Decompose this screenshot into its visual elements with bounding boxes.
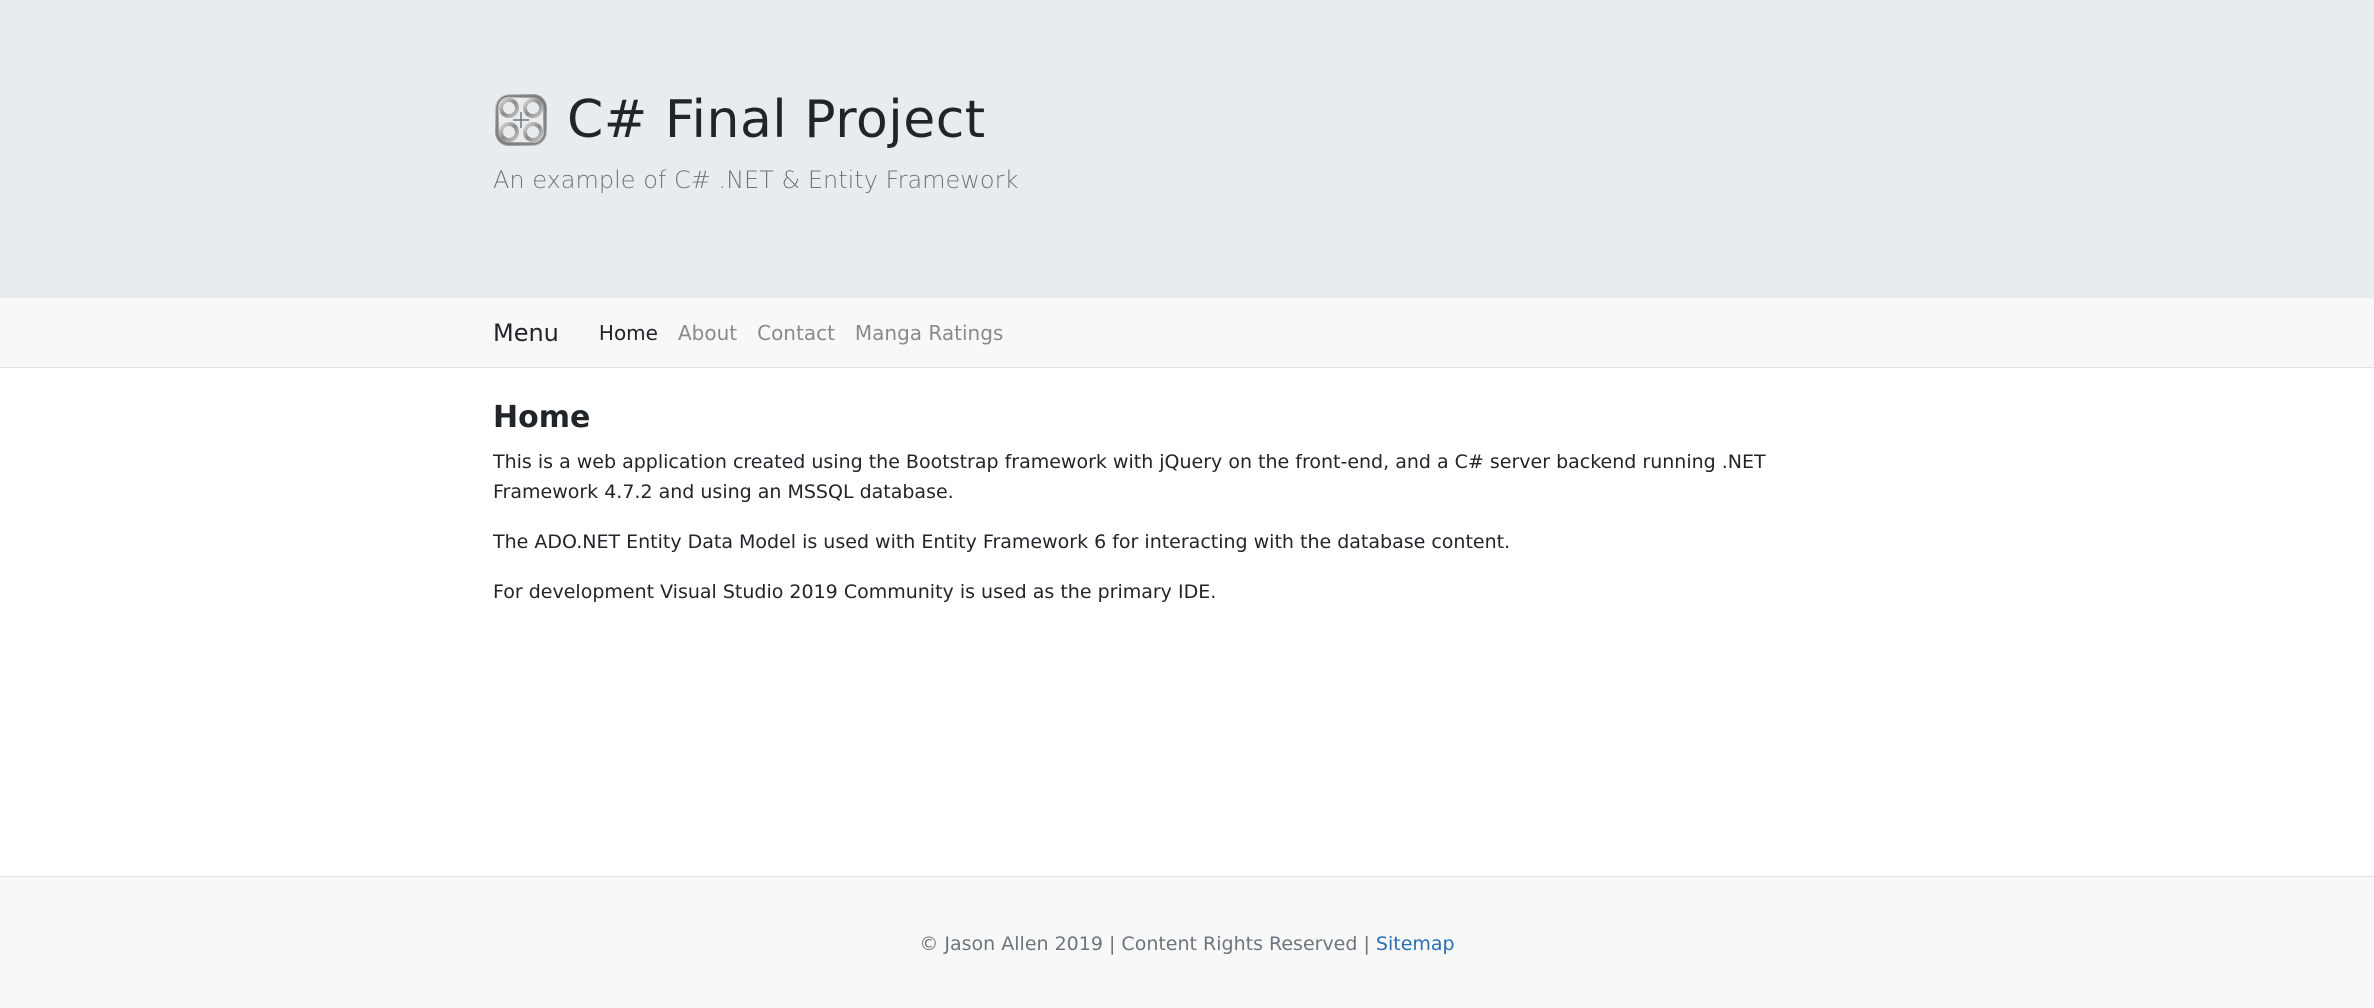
entity-paragraph: The ADO.NET Entity Data Model is used wi… xyxy=(493,531,1511,553)
nav-link-manga-ratings[interactable]: Manga Ratings xyxy=(855,321,1003,345)
nav-link-home[interactable]: Home xyxy=(599,321,658,345)
intro-paragraph: This is a web application created using … xyxy=(493,451,1766,503)
site-subtitle: An example of C# .NET & Entity Framework xyxy=(493,166,1019,194)
nav-link-contact[interactable]: Contact xyxy=(757,321,835,345)
navbar-inner: Menu Home About Contact Manga Ratings xyxy=(493,298,1023,368)
page: C# Final Project An example of C# .NET &… xyxy=(0,0,2374,1008)
nav-link-about[interactable]: About xyxy=(678,321,737,345)
footer-copyright: © Jason Allen 2019 | Content Rights Rese… xyxy=(919,933,1376,955)
site-footer: © Jason Allen 2019 | Content Rights Rese… xyxy=(0,876,2374,1008)
navbar-brand[interactable]: Menu xyxy=(493,319,559,347)
site-title: C# Final Project xyxy=(567,90,986,150)
chain-cross-icon xyxy=(493,92,549,148)
header-content: C# Final Project An example of C# .NET &… xyxy=(493,90,1018,194)
sitemap-link[interactable]: Sitemap xyxy=(1376,933,1455,955)
page-heading: Home xyxy=(493,400,591,435)
ide-paragraph: For development Visual Studio 2019 Commu… xyxy=(493,581,1217,603)
jumbotron-header: C# Final Project An example of C# .NET &… xyxy=(0,0,2374,298)
footer-text: © Jason Allen 2019 | Content Rights Rese… xyxy=(0,933,2374,955)
main-content: Home This is a web application created u… xyxy=(493,400,1873,627)
title-row: C# Final Project xyxy=(493,90,1018,150)
main-navbar: Menu Home About Contact Manga Ratings xyxy=(0,298,2374,368)
